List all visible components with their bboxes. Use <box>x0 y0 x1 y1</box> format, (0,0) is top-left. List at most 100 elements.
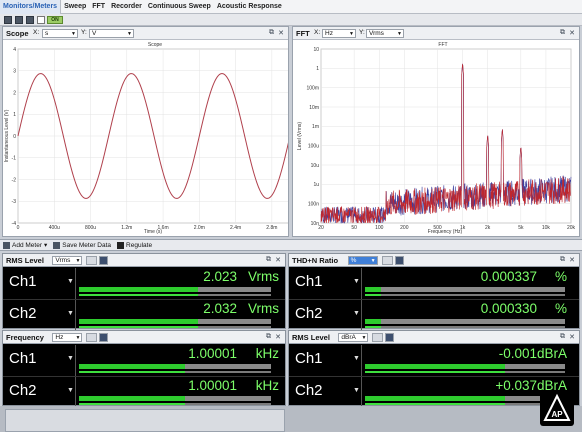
meter-bar-secondary-fill <box>79 294 199 296</box>
tab-acoustic-response[interactable]: Acoustic Response <box>214 0 285 14</box>
meter-bar-secondary-fill <box>365 326 381 328</box>
window-icon[interactable] <box>26 16 34 24</box>
fft-title: FFT <box>296 29 310 38</box>
meter-bar <box>365 287 565 292</box>
channel-dropdown-icon[interactable]: ▼ <box>67 355 74 362</box>
meter-bar-secondary-fill <box>365 294 381 296</box>
meter-unit-select[interactable]: % ▼ <box>347 256 378 265</box>
fft-x-tick-label: 200 <box>400 225 409 231</box>
meter-bar-fill <box>79 287 199 292</box>
popout-icon[interactable]: ⧉ <box>560 333 565 341</box>
meter-bar <box>365 319 565 324</box>
fft-x-axis-label: Frequency (Hz) <box>428 229 463 235</box>
scope-x-tick-label: 2.4m <box>230 225 241 231</box>
settings-icon[interactable] <box>37 16 45 24</box>
meter-unit: % <box>554 269 567 284</box>
meter-bar-secondary-fill <box>79 326 199 328</box>
meter-settings-button[interactable] <box>385 333 395 342</box>
popout-icon[interactable]: ⧉ <box>266 256 271 264</box>
generator-on-button[interactable]: ON <box>47 16 63 24</box>
regulate-label: Regulate <box>126 241 153 249</box>
tab-continuous-sweep[interactable]: Continuous Sweep <box>145 0 214 14</box>
meter-unit-value: dBrA <box>341 334 356 341</box>
meter-unit-select[interactable]: Vrms ▼ <box>52 256 83 265</box>
popout-icon[interactable]: ⧉ <box>266 333 271 341</box>
channel-dropdown-icon[interactable]: ▼ <box>353 278 360 285</box>
channel-dropdown-icon[interactable]: ▼ <box>353 310 360 317</box>
meter-settings-button[interactable] <box>99 256 109 265</box>
fft-y-tick-label: 10u <box>311 163 320 169</box>
fft-x-unit-select[interactable]: Hz ▼ <box>322 29 356 38</box>
meter-settings-button[interactable] <box>394 256 404 265</box>
meter-options-button[interactable] <box>372 333 384 342</box>
tab-fft[interactable]: FFT <box>89 0 108 14</box>
close-icon[interactable]: ✕ <box>569 256 575 264</box>
meter-bar-secondary <box>365 403 565 405</box>
fft-x-tick-label: 10k <box>542 225 551 231</box>
popout-icon[interactable]: ⧉ <box>560 256 565 264</box>
channel-divider <box>75 268 76 299</box>
grid-icon[interactable] <box>15 16 23 24</box>
fft-y-label: Y: <box>359 29 365 36</box>
layout-icon[interactable] <box>4 16 12 24</box>
scope-y-tick-label: 2 <box>13 90 16 96</box>
scope-y-tick-label: 0 <box>13 134 16 140</box>
scope-y-tick-label: 4 <box>13 47 16 53</box>
channel-divider <box>75 300 76 330</box>
close-icon[interactable]: ✕ <box>569 29 575 37</box>
meter-channel-row: Ch1 ▼ 1.00001 kHz <box>3 345 285 376</box>
fft-x-tick-label: 20k <box>567 225 576 231</box>
fft-y-tick-label: 1 <box>316 66 319 72</box>
meter-title: RMS Level <box>6 256 44 265</box>
channel-name: Ch2 <box>9 305 37 322</box>
scope-x-tick-label: 2.8m <box>266 225 277 231</box>
meter-bar-fill <box>365 287 381 292</box>
fft-x-tick-label: 20 <box>318 225 324 231</box>
close-icon[interactable]: ✕ <box>275 256 281 264</box>
close-icon[interactable]: ✕ <box>569 333 575 341</box>
fft-x-label: X: <box>314 29 321 36</box>
chevron-down-icon: ▾ <box>44 242 48 249</box>
meter-settings-button[interactable] <box>99 333 109 342</box>
channel-dropdown-icon[interactable]: ▼ <box>67 278 74 285</box>
tab-monitors-meters[interactable]: Monitors/Meters <box>0 0 62 14</box>
scope-x-unit-select[interactable]: s ▼ <box>42 29 78 38</box>
fft-x-tick-label: 100 <box>375 225 384 231</box>
meter-options-button[interactable] <box>381 256 393 265</box>
meter-options-button[interactable] <box>86 333 98 342</box>
channel-dropdown-icon[interactable]: ▼ <box>67 310 74 317</box>
scope-y-unit-select[interactable]: V ▼ <box>89 29 134 38</box>
meter-channel-row: Ch1 ▼ -0.001 dBrA <box>289 345 579 376</box>
channel-name: Ch1 <box>295 273 323 290</box>
meter-header: THD+N Ratio % ▼ ⧉ ✕ <box>289 254 579 267</box>
channel-dropdown-icon[interactable]: ▼ <box>67 387 74 394</box>
meter-unit-select[interactable]: Hz ▼ <box>52 333 83 342</box>
popout-icon[interactable]: ⧉ <box>560 29 565 37</box>
add-meter-button[interactable]: Add Meter ▾ <box>3 241 47 249</box>
meter-bar-secondary <box>79 294 271 296</box>
tab-recorder[interactable]: Recorder <box>108 0 145 14</box>
meter-bar-secondary-fill <box>365 371 505 373</box>
save-meter-data-button[interactable]: Save Meter Data <box>53 241 111 249</box>
chevron-down-icon: ▼ <box>361 335 367 341</box>
channel-dropdown-icon[interactable]: ▼ <box>353 355 360 362</box>
tab-sweep[interactable]: Sweep <box>61 0 89 14</box>
regulate-button[interactable]: Regulate <box>117 241 153 249</box>
fft-x-tick-label: 5k <box>518 225 524 231</box>
popout-icon[interactable]: ⧉ <box>269 29 274 37</box>
fft-y-ticks: 101100m10m1m100u10u1u100n10n <box>306 47 319 227</box>
meter-bar <box>365 396 565 401</box>
scope-y-unit-value: V <box>92 30 97 37</box>
meter-options-button[interactable] <box>86 256 98 265</box>
meter-value: 0.000330 <box>480 301 537 316</box>
scope-y-label: Y: <box>81 29 87 36</box>
meter-unit-select[interactable]: dBrA ▼ <box>338 333 369 342</box>
close-icon[interactable]: ✕ <box>275 333 281 341</box>
scope-y-tick-label: -4 <box>12 221 17 227</box>
close-icon[interactable]: ✕ <box>278 29 284 37</box>
meter-panel: THD+N Ratio % ▼ ⧉ ✕ Ch1 ▼ 0.000337 % Ch2 … <box>288 253 580 330</box>
meter-panel: Frequency Hz ▼ ⧉ ✕ Ch1 ▼ 1.00001 kHz Ch2 … <box>2 330 286 407</box>
fft-y-unit-select[interactable]: Vrms ▼ <box>366 29 404 38</box>
channel-dropdown-icon[interactable]: ▼ <box>353 387 360 394</box>
scope-x-tick-label: 1.2m <box>121 225 132 231</box>
